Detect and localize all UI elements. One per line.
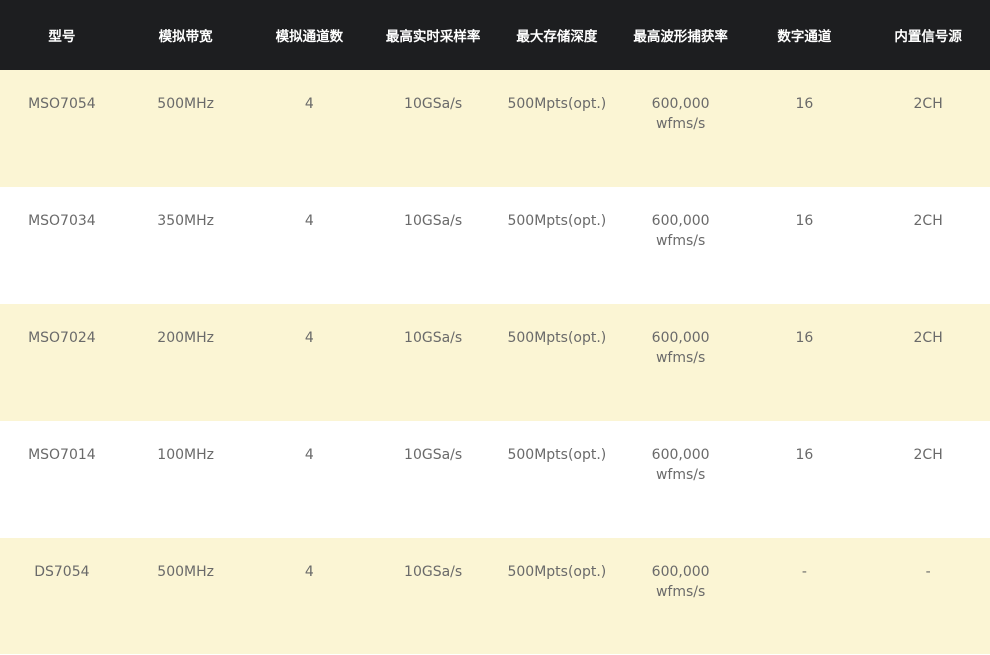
spec-table: 型号 模拟带宽 模拟通道数 最高实时采样率 最大存储深度 最高波形捕获率 数字通… [0, 0, 990, 654]
cell-bandwidth: 500MHz [157, 96, 214, 112]
header-digital-channels: 数字通道 [777, 29, 832, 45]
cell-digital-channels: 16 [795, 447, 814, 463]
cell-digital-channels: 16 [795, 330, 814, 346]
cell-memory-depth: 500Mpts(opt.) [507, 564, 607, 580]
waveform-rate-value: 600,000 [651, 564, 710, 580]
cell-model: MSO7024 [28, 330, 96, 346]
table-row: MSO7034 350MHz 4 10GSa/s 500Mpts(opt.) 6… [0, 187, 990, 304]
header-signal-source: 内置信号源 [894, 29, 962, 45]
cell-bandwidth: 500MHz [157, 564, 214, 580]
cell-model: MSO7054 [28, 96, 96, 112]
waveform-rate-unit: wfms/s [655, 467, 706, 483]
cell-bandwidth: 200MHz [157, 330, 214, 346]
waveform-rate-unit: wfms/s [655, 584, 706, 600]
header-memory-depth: 最大存储深度 [516, 29, 598, 45]
cell-signal-source: 2CH [913, 213, 943, 229]
cell-signal-source: 2CH [913, 96, 943, 112]
cell-analog-channels: 4 [304, 330, 314, 346]
cell-waveform-rate: 600,000 wfms/s [619, 187, 743, 304]
waveform-rate-value: 600,000 [651, 96, 710, 112]
cell-model: DS7054 [34, 564, 90, 580]
cell-bandwidth: 350MHz [157, 213, 214, 229]
cell-digital-channels: - [801, 564, 807, 580]
cell-memory-depth: 500Mpts(opt.) [507, 96, 607, 112]
waveform-rate-value: 600,000 [651, 213, 710, 229]
header-model: 型号 [48, 29, 76, 45]
table-header: 型号 模拟带宽 模拟通道数 最高实时采样率 最大存储深度 最高波形捕获率 数字通… [0, 0, 990, 70]
cell-memory-depth: 500Mpts(opt.) [507, 213, 607, 229]
table-row: MSO7054 500MHz 4 10GSa/s 500Mpts(opt.) 6… [0, 70, 990, 187]
cell-waveform-rate: 600,000 wfms/s [619, 70, 743, 187]
table-row: MSO7024 200MHz 4 10GSa/s 500Mpts(opt.) 6… [0, 304, 990, 421]
table-body: MSO7054 500MHz 4 10GSa/s 500Mpts(opt.) 6… [0, 70, 990, 654]
cell-sample-rate: 10GSa/s [404, 213, 463, 229]
cell-model: MSO7034 [28, 213, 96, 229]
waveform-rate-value: 600,000 [651, 447, 710, 463]
waveform-rate-unit: wfms/s [655, 350, 706, 366]
cell-sample-rate: 10GSa/s [404, 564, 463, 580]
cell-memory-depth: 500Mpts(opt.) [507, 330, 607, 346]
header-analog-channels: 模拟通道数 [275, 29, 344, 45]
waveform-rate-value: 600,000 [651, 330, 710, 346]
header-sample-rate: 最高实时采样率 [385, 29, 481, 45]
cell-analog-channels: 4 [304, 447, 314, 463]
cell-bandwidth: 100MHz [157, 447, 214, 463]
waveform-rate-unit: wfms/s [655, 116, 706, 132]
cell-waveform-rate: 600,000 wfms/s [619, 304, 743, 421]
cell-model: MSO7014 [28, 447, 96, 463]
cell-digital-channels: 16 [795, 96, 814, 112]
cell-sample-rate: 10GSa/s [404, 330, 463, 346]
waveform-rate-unit: wfms/s [655, 233, 706, 249]
cell-waveform-rate: 600,000 wfms/s [619, 421, 743, 538]
cell-analog-channels: 4 [304, 213, 314, 229]
cell-sample-rate: 10GSa/s [404, 447, 463, 463]
table-row: DS7054 500MHz 4 10GSa/s 500Mpts(opt.) 60… [0, 538, 990, 654]
cell-analog-channels: 4 [304, 564, 314, 580]
cell-memory-depth: 500Mpts(opt.) [507, 447, 607, 463]
header-row: 型号 模拟带宽 模拟通道数 最高实时采样率 最大存储深度 最高波形捕获率 数字通… [0, 0, 990, 70]
cell-signal-source: 2CH [913, 330, 943, 346]
cell-sample-rate: 10GSa/s [404, 96, 463, 112]
header-bandwidth: 模拟带宽 [158, 29, 213, 45]
header-waveform-rate: 最高波形捕获率 [633, 29, 728, 45]
cell-waveform-rate: 600,000 wfms/s [619, 538, 743, 654]
table-row: MSO7014 100MHz 4 10GSa/s 500Mpts(opt.) 6… [0, 421, 990, 538]
cell-digital-channels: 16 [795, 213, 814, 229]
cell-signal-source: - [925, 564, 931, 580]
cell-analog-channels: 4 [304, 96, 314, 112]
cell-signal-source: 2CH [913, 447, 943, 463]
